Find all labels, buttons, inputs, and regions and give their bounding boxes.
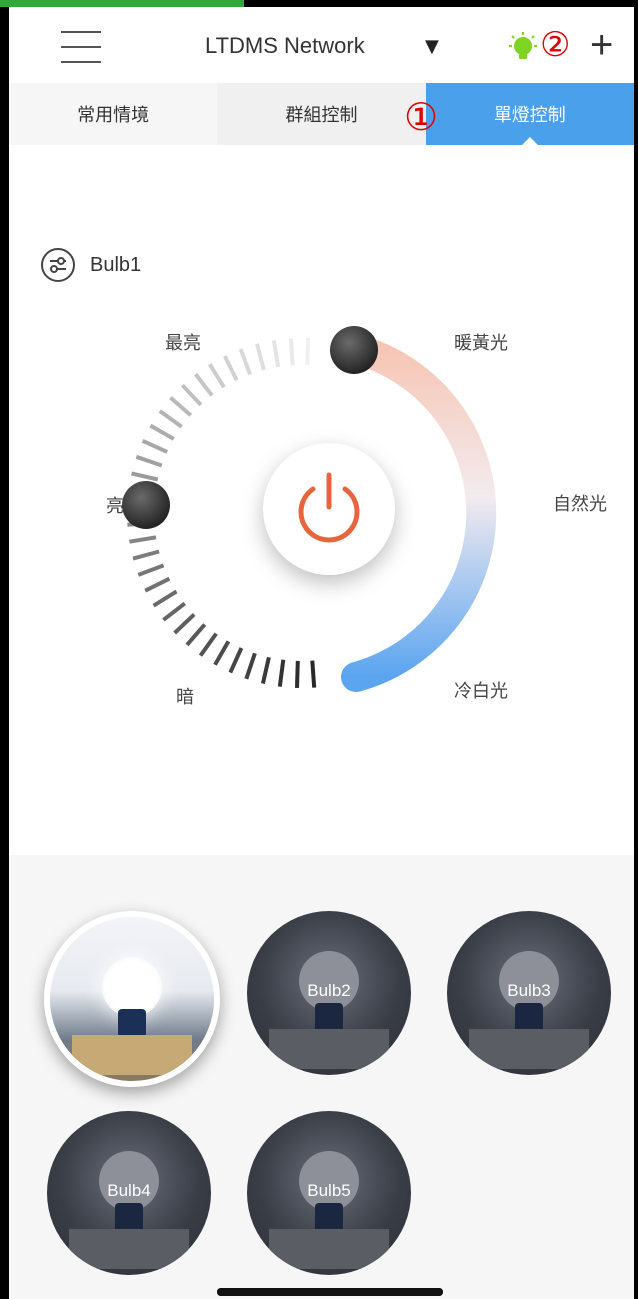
bulb-tile-bulb3[interactable]: Bulb3 (447, 911, 611, 1075)
brightness-tick (277, 659, 286, 687)
bulb-label: Bulb3 (507, 981, 551, 1000)
cool-white-light-label: 冷白光 (454, 681, 508, 702)
brightness-tick (144, 576, 171, 593)
bulb-tile-bulb2[interactable]: Bulb2 (247, 911, 411, 1075)
brightness-tick (244, 652, 257, 680)
bulb-label: Bulb5 (307, 1181, 351, 1200)
brightness-tick (135, 454, 163, 468)
brightness-tick (158, 409, 183, 429)
bulb-tile-bulb4[interactable]: Bulb4 (47, 1111, 211, 1275)
brightness-tick (137, 563, 165, 577)
screen: LTDMS Network ▼ ② + 常用情境 群組控制 單燈控制 ① Bul… (0, 0, 638, 1299)
brightness-knob[interactable] (122, 481, 170, 529)
brightness-tick (260, 656, 271, 685)
brightness-mid-label: 亮 (106, 496, 124, 517)
warm-light-label: 暖黃光 (454, 333, 508, 354)
brightness-max-label: 最亮 (165, 333, 201, 354)
brightness-tick (255, 343, 266, 371)
brightness-tick (185, 623, 207, 647)
brightness-tick (129, 535, 157, 544)
brightness-tick (131, 471, 159, 482)
brightness-tick (208, 363, 226, 389)
brightness-tick (132, 549, 160, 561)
natural-light-label: 自然光 (553, 494, 607, 515)
brightness-tick (223, 355, 239, 382)
brightness-tick (271, 339, 281, 368)
power-icon (298, 472, 360, 543)
brightness-tick (238, 348, 252, 376)
bulb-tile-bulb1[interactable] (44, 911, 220, 1087)
bulb-label: Bulb2 (307, 981, 351, 1000)
brightness-tick (288, 338, 295, 366)
brightness-tick (149, 423, 175, 441)
brightness-tick (194, 372, 214, 397)
brightness-tick (162, 601, 187, 622)
power-button[interactable] (263, 443, 395, 575)
brightness-tick (295, 660, 300, 688)
brightness-min-label: 暗 (176, 687, 194, 708)
brightness-tick (180, 383, 203, 407)
brightness-tick (152, 589, 178, 608)
brightness-tick (305, 338, 311, 366)
bulb-photo (102, 957, 162, 1017)
brightness-tick (173, 612, 196, 635)
brightness-tick (141, 438, 169, 454)
home-indicator (217, 1288, 443, 1296)
bulb-tile-bulb5[interactable]: Bulb5 (247, 1111, 411, 1275)
brightness-tick (213, 640, 231, 666)
bulb-label: Bulb4 (107, 1181, 151, 1200)
brightness-tick (198, 632, 218, 657)
brightness-tick (228, 647, 244, 674)
light-control-dial (122, 326, 497, 692)
brightness-tick (310, 660, 317, 688)
brightness-tick (169, 396, 193, 417)
color-temperature-knob[interactable] (330, 326, 378, 374)
